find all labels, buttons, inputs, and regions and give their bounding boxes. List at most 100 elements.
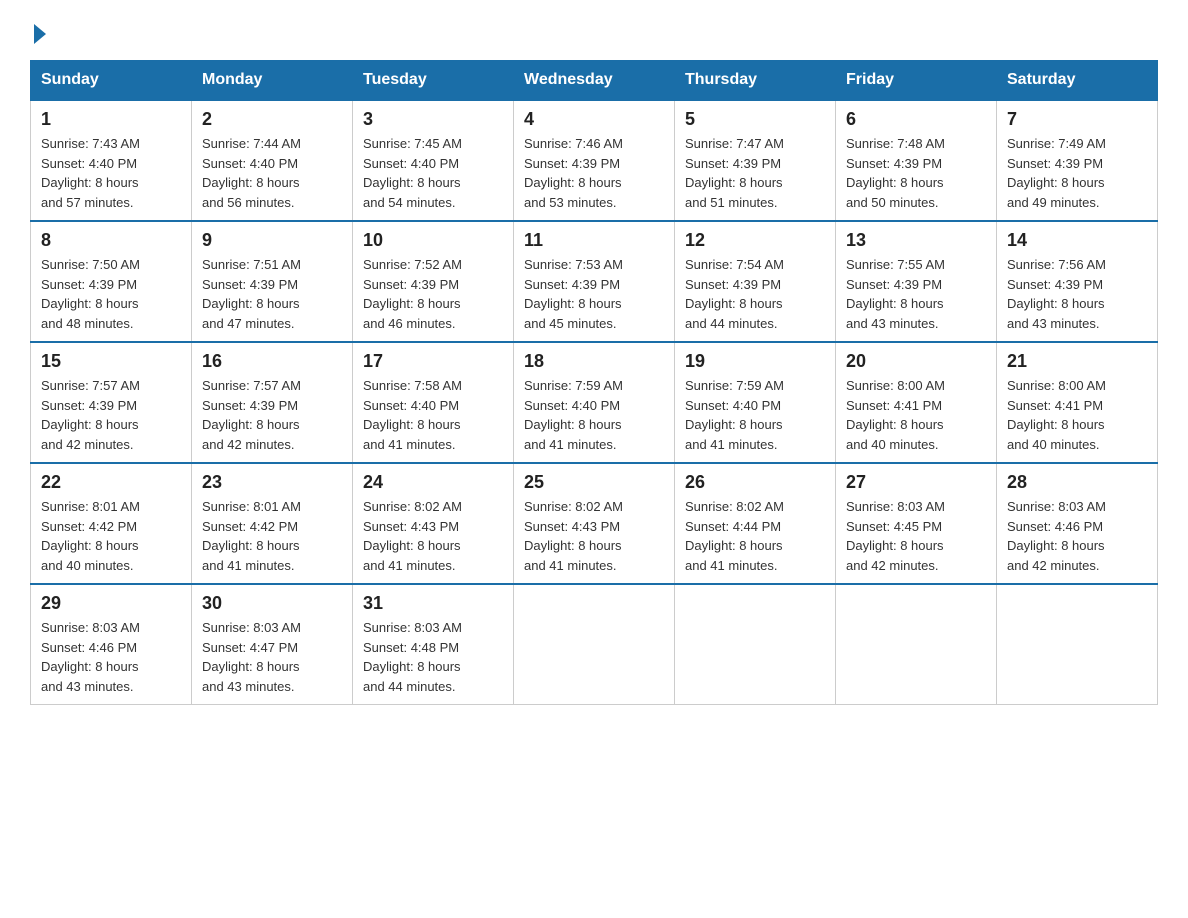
day-number: 22 [41,472,181,493]
day-info: Sunrise: 7:49 AM Sunset: 4:39 PM Dayligh… [1007,134,1147,212]
calendar-cell: 9 Sunrise: 7:51 AM Sunset: 4:39 PM Dayli… [192,221,353,342]
day-info: Sunrise: 7:52 AM Sunset: 4:39 PM Dayligh… [363,255,503,333]
week-row-2: 8 Sunrise: 7:50 AM Sunset: 4:39 PM Dayli… [31,221,1158,342]
calendar-cell [997,584,1158,705]
day-number: 6 [846,109,986,130]
calendar-cell: 22 Sunrise: 8:01 AM Sunset: 4:42 PM Dayl… [31,463,192,584]
day-number: 25 [524,472,664,493]
header-sunday: Sunday [31,61,192,101]
day-number: 13 [846,230,986,251]
day-number: 3 [363,109,503,130]
day-number: 12 [685,230,825,251]
day-info: Sunrise: 8:02 AM Sunset: 4:44 PM Dayligh… [685,497,825,575]
calendar-table: SundayMondayTuesdayWednesdayThursdayFrid… [30,60,1158,705]
calendar-cell [514,584,675,705]
day-number: 15 [41,351,181,372]
calendar-cell: 30 Sunrise: 8:03 AM Sunset: 4:47 PM Dayl… [192,584,353,705]
day-number: 29 [41,593,181,614]
day-number: 9 [202,230,342,251]
calendar-cell: 10 Sunrise: 7:52 AM Sunset: 4:39 PM Dayl… [353,221,514,342]
day-info: Sunrise: 7:48 AM Sunset: 4:39 PM Dayligh… [846,134,986,212]
page-header [30,20,1158,40]
day-info: Sunrise: 8:01 AM Sunset: 4:42 PM Dayligh… [41,497,181,575]
day-number: 20 [846,351,986,372]
day-info: Sunrise: 8:02 AM Sunset: 4:43 PM Dayligh… [363,497,503,575]
day-info: Sunrise: 7:44 AM Sunset: 4:40 PM Dayligh… [202,134,342,212]
day-number: 18 [524,351,664,372]
calendar-cell: 6 Sunrise: 7:48 AM Sunset: 4:39 PM Dayli… [836,100,997,221]
day-info: Sunrise: 8:00 AM Sunset: 4:41 PM Dayligh… [846,376,986,454]
day-info: Sunrise: 8:03 AM Sunset: 4:45 PM Dayligh… [846,497,986,575]
day-number: 2 [202,109,342,130]
day-number: 26 [685,472,825,493]
day-number: 1 [41,109,181,130]
calendar-cell: 29 Sunrise: 8:03 AM Sunset: 4:46 PM Dayl… [31,584,192,705]
day-info: Sunrise: 7:46 AM Sunset: 4:39 PM Dayligh… [524,134,664,212]
day-number: 11 [524,230,664,251]
day-number: 16 [202,351,342,372]
week-row-4: 22 Sunrise: 8:01 AM Sunset: 4:42 PM Dayl… [31,463,1158,584]
day-number: 24 [363,472,503,493]
day-info: Sunrise: 7:57 AM Sunset: 4:39 PM Dayligh… [41,376,181,454]
day-info: Sunrise: 7:54 AM Sunset: 4:39 PM Dayligh… [685,255,825,333]
day-number: 7 [1007,109,1147,130]
day-number: 23 [202,472,342,493]
calendar-cell: 1 Sunrise: 7:43 AM Sunset: 4:40 PM Dayli… [31,100,192,221]
day-info: Sunrise: 7:59 AM Sunset: 4:40 PM Dayligh… [524,376,664,454]
calendar-cell [675,584,836,705]
header-tuesday: Tuesday [353,61,514,101]
header-saturday: Saturday [997,61,1158,101]
day-info: Sunrise: 7:51 AM Sunset: 4:39 PM Dayligh… [202,255,342,333]
calendar-cell: 4 Sunrise: 7:46 AM Sunset: 4:39 PM Dayli… [514,100,675,221]
calendar-cell: 3 Sunrise: 7:45 AM Sunset: 4:40 PM Dayli… [353,100,514,221]
day-info: Sunrise: 7:59 AM Sunset: 4:40 PM Dayligh… [685,376,825,454]
calendar-cell: 20 Sunrise: 8:00 AM Sunset: 4:41 PM Dayl… [836,342,997,463]
day-number: 30 [202,593,342,614]
calendar-cell: 26 Sunrise: 8:02 AM Sunset: 4:44 PM Dayl… [675,463,836,584]
calendar-cell: 25 Sunrise: 8:02 AM Sunset: 4:43 PM Dayl… [514,463,675,584]
header-friday: Friday [836,61,997,101]
calendar-cell: 21 Sunrise: 8:00 AM Sunset: 4:41 PM Dayl… [997,342,1158,463]
calendar-cell: 23 Sunrise: 8:01 AM Sunset: 4:42 PM Dayl… [192,463,353,584]
day-info: Sunrise: 8:02 AM Sunset: 4:43 PM Dayligh… [524,497,664,575]
calendar-cell: 24 Sunrise: 8:02 AM Sunset: 4:43 PM Dayl… [353,463,514,584]
day-number: 17 [363,351,503,372]
calendar-cell: 28 Sunrise: 8:03 AM Sunset: 4:46 PM Dayl… [997,463,1158,584]
day-number: 27 [846,472,986,493]
day-info: Sunrise: 7:55 AM Sunset: 4:39 PM Dayligh… [846,255,986,333]
day-info: Sunrise: 8:03 AM Sunset: 4:46 PM Dayligh… [1007,497,1147,575]
day-number: 10 [363,230,503,251]
header-thursday: Thursday [675,61,836,101]
calendar-cell: 8 Sunrise: 7:50 AM Sunset: 4:39 PM Dayli… [31,221,192,342]
week-row-3: 15 Sunrise: 7:57 AM Sunset: 4:39 PM Dayl… [31,342,1158,463]
calendar-cell: 16 Sunrise: 7:57 AM Sunset: 4:39 PM Dayl… [192,342,353,463]
calendar-cell: 17 Sunrise: 7:58 AM Sunset: 4:40 PM Dayl… [353,342,514,463]
calendar-header-row: SundayMondayTuesdayWednesdayThursdayFrid… [31,61,1158,101]
calendar-cell: 31 Sunrise: 8:03 AM Sunset: 4:48 PM Dayl… [353,584,514,705]
day-info: Sunrise: 7:57 AM Sunset: 4:39 PM Dayligh… [202,376,342,454]
calendar-cell: 2 Sunrise: 7:44 AM Sunset: 4:40 PM Dayli… [192,100,353,221]
calendar-cell: 7 Sunrise: 7:49 AM Sunset: 4:39 PM Dayli… [997,100,1158,221]
day-info: Sunrise: 7:50 AM Sunset: 4:39 PM Dayligh… [41,255,181,333]
day-info: Sunrise: 8:00 AM Sunset: 4:41 PM Dayligh… [1007,376,1147,454]
calendar-cell: 27 Sunrise: 8:03 AM Sunset: 4:45 PM Dayl… [836,463,997,584]
calendar-cell: 13 Sunrise: 7:55 AM Sunset: 4:39 PM Dayl… [836,221,997,342]
day-info: Sunrise: 7:43 AM Sunset: 4:40 PM Dayligh… [41,134,181,212]
day-number: 14 [1007,230,1147,251]
calendar-cell: 11 Sunrise: 7:53 AM Sunset: 4:39 PM Dayl… [514,221,675,342]
day-info: Sunrise: 7:56 AM Sunset: 4:39 PM Dayligh… [1007,255,1147,333]
logo-arrow-icon [34,24,46,44]
week-row-1: 1 Sunrise: 7:43 AM Sunset: 4:40 PM Dayli… [31,100,1158,221]
day-number: 8 [41,230,181,251]
day-number: 4 [524,109,664,130]
day-info: Sunrise: 8:01 AM Sunset: 4:42 PM Dayligh… [202,497,342,575]
logo [30,20,46,40]
calendar-cell [836,584,997,705]
day-number: 19 [685,351,825,372]
day-info: Sunrise: 7:47 AM Sunset: 4:39 PM Dayligh… [685,134,825,212]
header-wednesday: Wednesday [514,61,675,101]
calendar-cell: 12 Sunrise: 7:54 AM Sunset: 4:39 PM Dayl… [675,221,836,342]
day-number: 28 [1007,472,1147,493]
calendar-cell: 14 Sunrise: 7:56 AM Sunset: 4:39 PM Dayl… [997,221,1158,342]
day-info: Sunrise: 7:45 AM Sunset: 4:40 PM Dayligh… [363,134,503,212]
